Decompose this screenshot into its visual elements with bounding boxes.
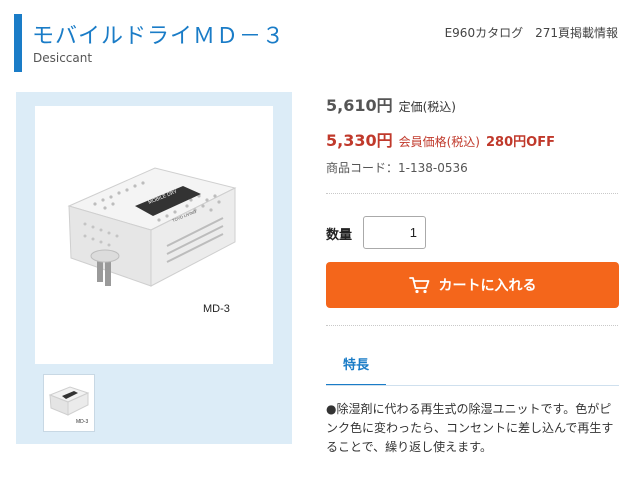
product-description: ●除湿剤に代わる再生式の除湿ユニットです。色がピンク色に変わったら、コンセントに… — [326, 402, 614, 454]
dehumidifier-illustration: MOBILE DRY TOYO LIVING MD-3 — [67, 167, 237, 315]
discount-badge: 280円OFF — [486, 135, 555, 150]
divider — [326, 193, 618, 194]
tab-features[interactable]: 特長 — [326, 343, 386, 386]
list-price: 5,610円 — [326, 96, 393, 115]
add-to-cart-label: カートに入れる — [438, 278, 537, 294]
member-price-label: 会員価格(税込) — [398, 135, 480, 149]
product-tabs: 特長 — [326, 343, 619, 386]
product-title: モバイルドライＭＤ－３ — [32, 24, 286, 49]
add-to-cart-button[interactable]: カートに入れる — [326, 262, 619, 308]
model-label: MD-3 — [203, 303, 230, 315]
cart-icon — [408, 277, 429, 294]
thumb-label: MD-3 — [76, 419, 88, 425]
main-product-image[interactable]: MOBILE DRY TOYO LIVING MD-3 — [35, 106, 273, 364]
list-price-row: 5,610円 定価(税込) — [326, 92, 456, 116]
member-price-row: 5,330円 会員価格(税込) 280円OFF — [326, 127, 555, 151]
dehumidifier-thumbnail-icon: MD-3 — [48, 386, 90, 425]
catalog-info: E960カタログ 271頁掲載情報 — [444, 26, 618, 40]
divider — [326, 325, 618, 326]
quantity-label: 数量 — [326, 228, 353, 243]
product-subtitle: Desiccant — [33, 51, 93, 65]
thumbnail-image[interactable]: MD-3 — [43, 374, 95, 432]
title-accent-bar — [14, 14, 22, 72]
tab-underline — [326, 385, 619, 386]
member-price: 5,330円 — [326, 131, 393, 150]
quantity-input[interactable] — [363, 216, 426, 249]
product-image-panel: MOBILE DRY TOYO LIVING MD-3 MD-3 — [16, 92, 292, 444]
product-code: 商品コード：1-138-0536 — [326, 161, 468, 175]
list-price-label: 定価(税込) — [398, 100, 456, 114]
